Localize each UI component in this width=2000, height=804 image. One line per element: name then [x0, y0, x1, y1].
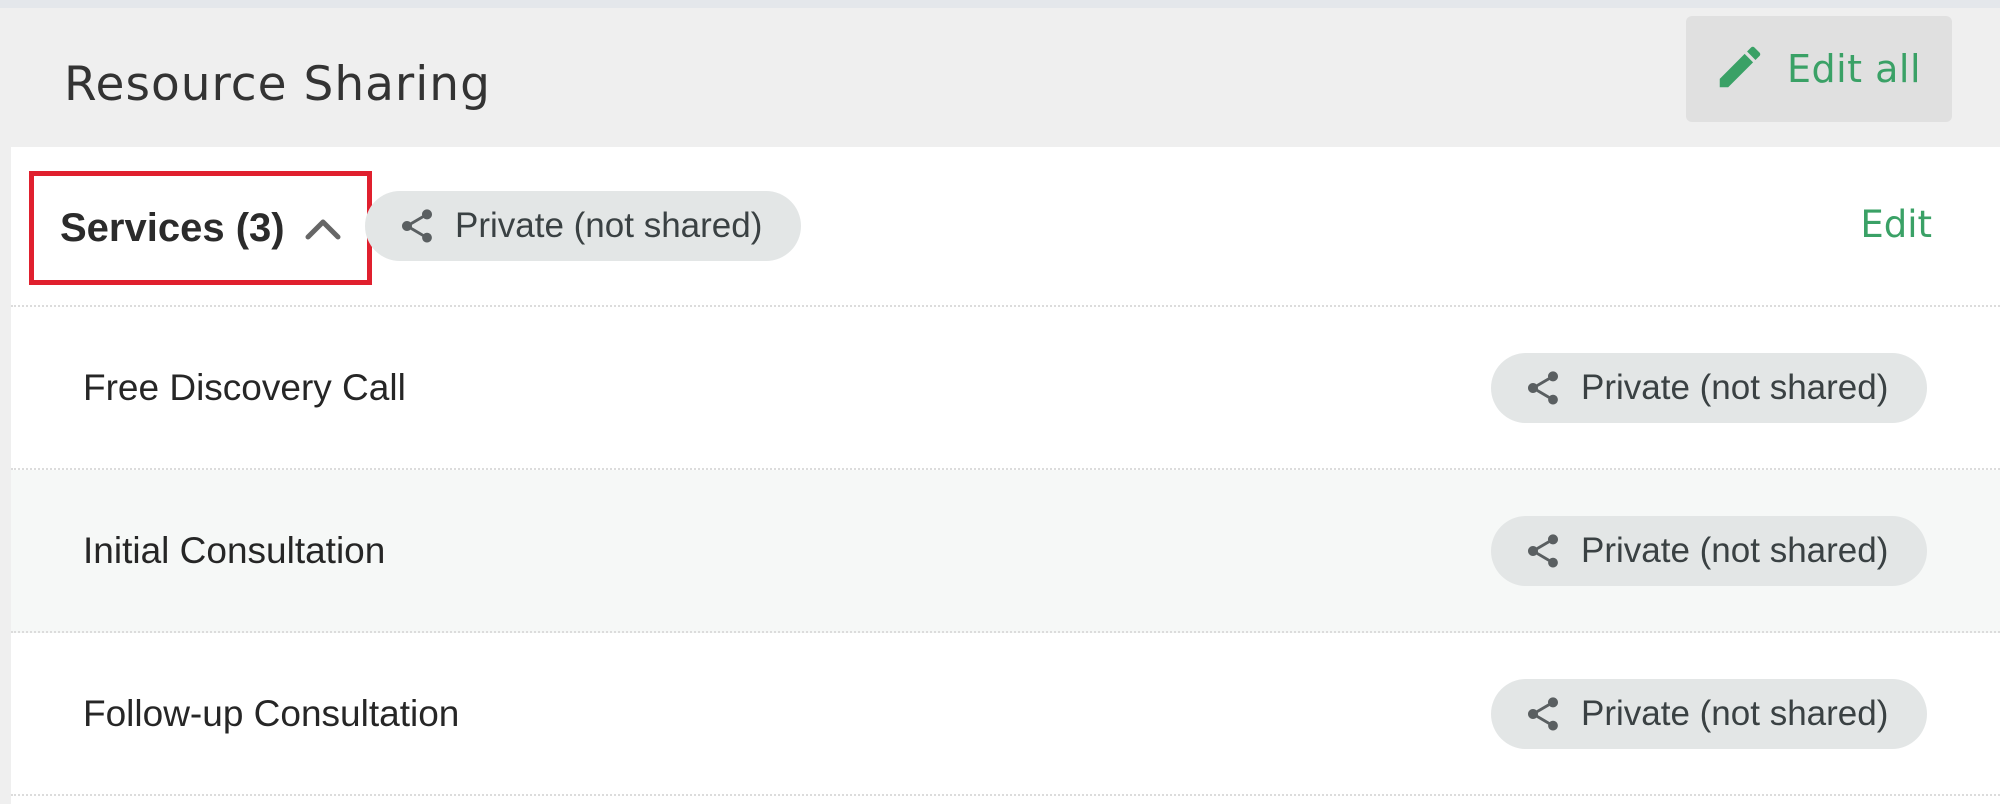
sharing-label: Private (not shared) [1581, 694, 1889, 733]
share-icon [1523, 530, 1563, 572]
section-sharing-badge: Private (not shared) [365, 191, 801, 261]
section-title: Services (3) [60, 205, 285, 250]
service-name: Follow-up Consultation [83, 693, 460, 734]
share-icon [1523, 693, 1563, 735]
sharing-badge: Private (not shared) [1491, 679, 1927, 749]
sharing-label: Private (not shared) [1581, 531, 1889, 570]
pencil-icon [1713, 40, 1767, 99]
services-card: Services (3) Private (not shared) Edit F… [11, 147, 2000, 804]
services-section-toggle[interactable]: Services (3) [29, 171, 372, 285]
chevron-up-icon [303, 214, 343, 242]
service-name: Initial Consultation [83, 530, 386, 571]
edit-all-button[interactable]: Edit all [1686, 16, 1952, 122]
share-icon [1523, 367, 1563, 409]
edit-link[interactable]: Edit [1860, 203, 1932, 246]
page-title: Resource Sharing [64, 57, 491, 112]
share-icon [397, 205, 437, 247]
section-header: Services (3) Private (not shared) Edit [11, 147, 2000, 307]
sharing-label: Private (not shared) [455, 206, 763, 245]
top-border [0, 0, 2000, 8]
list-item: Free Discovery Call Private (not shared) [11, 307, 2000, 470]
list-item: Initial Consultation Private (not shared… [11, 470, 2000, 633]
sharing-badge: Private (not shared) [1491, 353, 1927, 423]
service-name: Free Discovery Call [83, 367, 406, 408]
sharing-badge: Private (not shared) [1491, 516, 1927, 586]
list-item: Follow-up Consultation Private (not shar… [11, 633, 2000, 796]
sharing-label: Private (not shared) [1581, 368, 1889, 407]
edit-all-label: Edit all [1786, 47, 1922, 91]
